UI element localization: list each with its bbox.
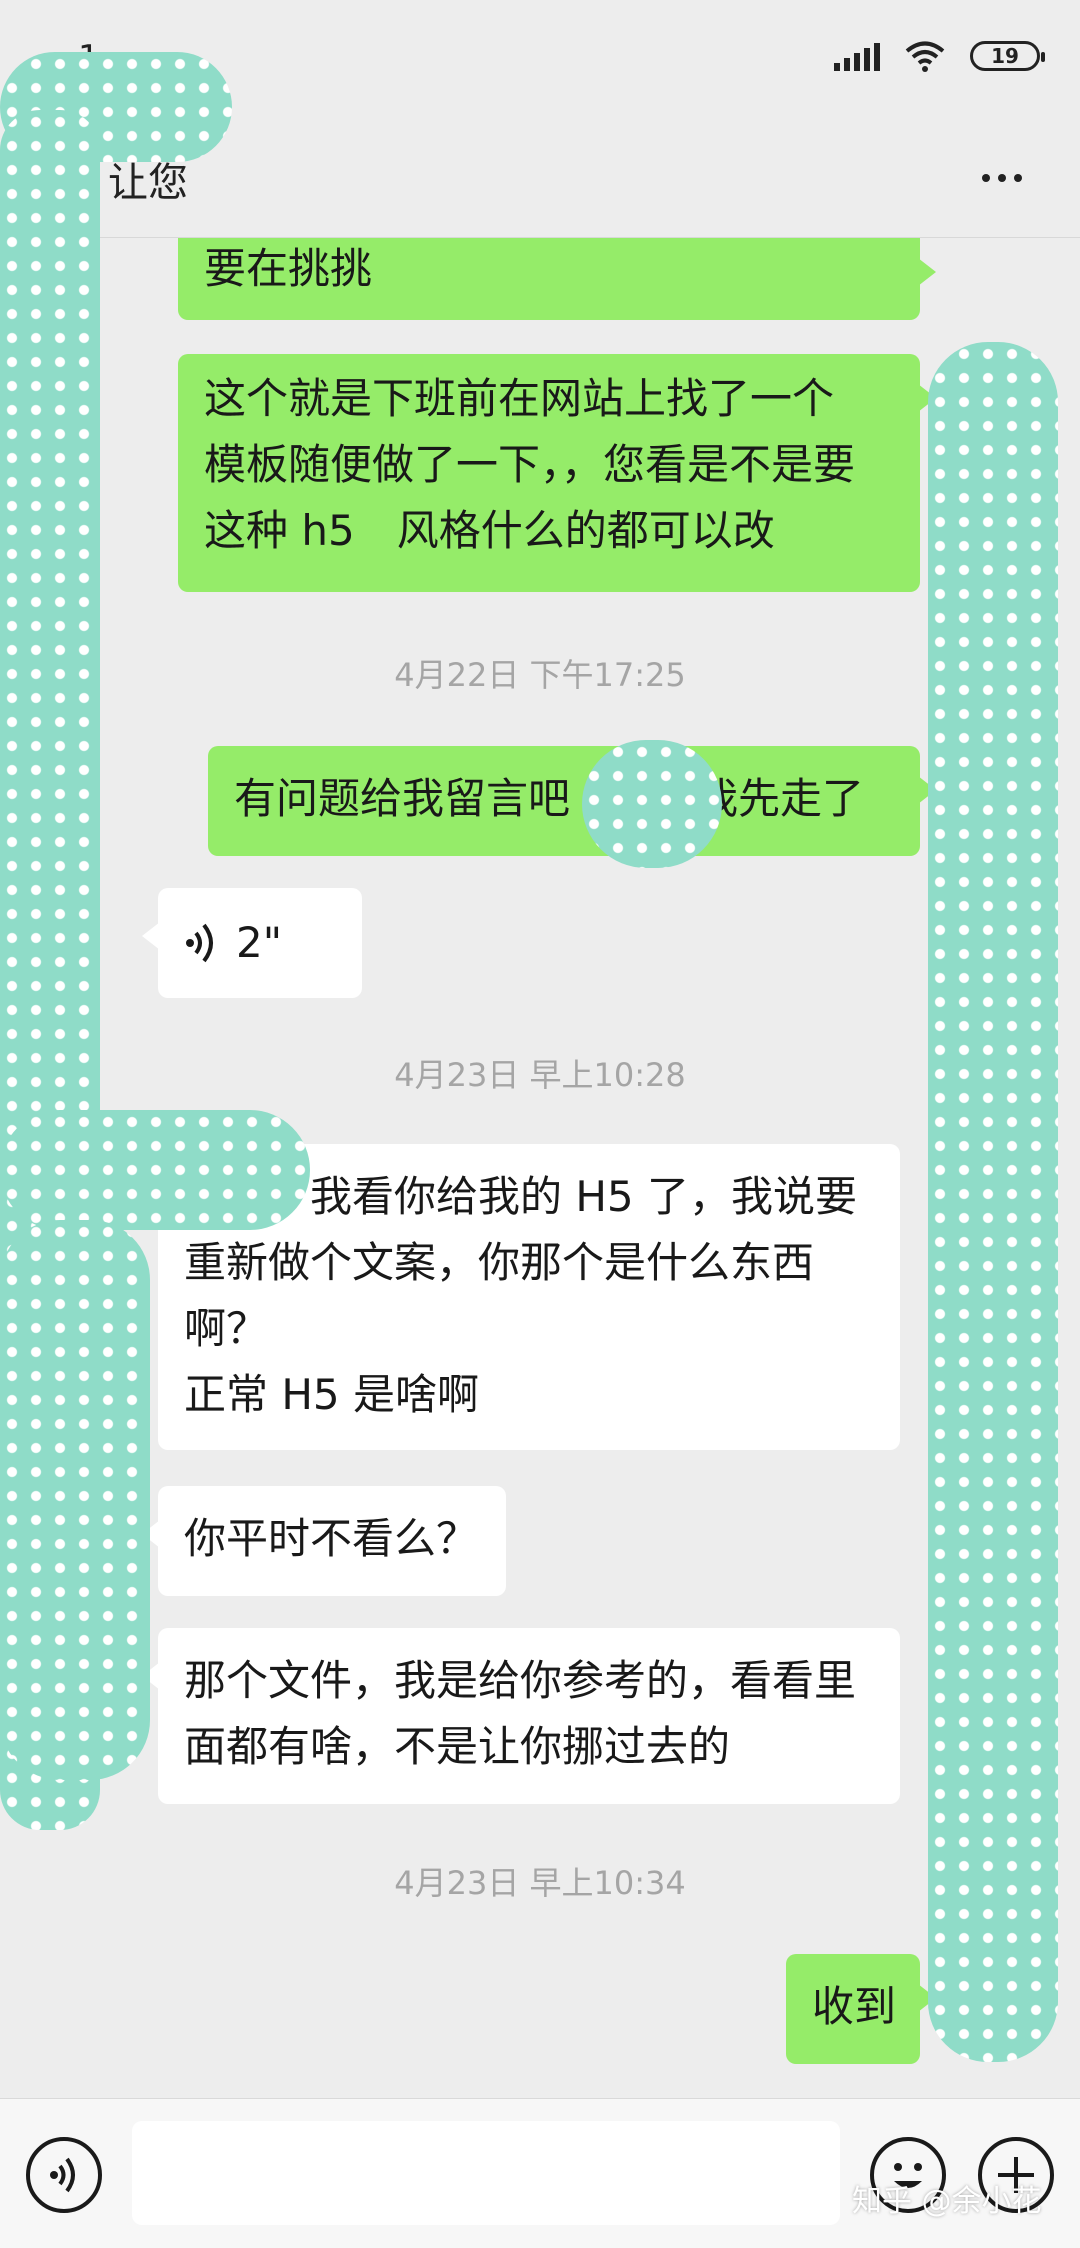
chat-title: 让您: [108, 160, 188, 206]
message-bubble-outgoing[interactable]: 要在挑挑: [178, 238, 936, 320]
message-text: 面都有啥，不是让你挪过去的: [184, 1722, 731, 1771]
timestamp: 4月23日 早上10:28: [394, 1056, 686, 1094]
message-bubble-incoming[interactable]: 那个文件，我是给你参考的，看看里 面都有啥，不是让你挪过去的: [142, 1628, 900, 1804]
status-time: 1: [78, 38, 100, 78]
chat-messages[interactable]: 要在挑挑 这个就是下班前在网站上找了一个 模板随便做了一下，，您看是不是要 这种…: [0, 238, 1080, 2098]
message-text: 有问题给我留言吧 我先走了: [234, 774, 865, 823]
message-text: 那个文件，我是给你参考的，看看里: [184, 1656, 857, 1705]
battery-level: 19: [991, 44, 1019, 68]
message-bubble-incoming[interactable]: 我看你给我的 H5 了，我说要 重新做个文案，你那个是什么东西 啊？ 正常 H5…: [142, 1144, 900, 1450]
status-icons: 19: [834, 40, 1045, 72]
message-bubble-outgoing[interactable]: 收到: [786, 1954, 936, 2064]
input-bar: [0, 2098, 1080, 2248]
message-text: 啊？: [184, 1304, 269, 1353]
voice-icon: [50, 2157, 75, 2193]
message-text: 你平时不看么？: [184, 1514, 479, 1563]
message-text: 收到: [812, 1982, 897, 2031]
message-text: 正常 H5 是啥啊: [184, 1370, 480, 1419]
message-text: 这种 h5 风格什么的都可以改: [204, 506, 775, 555]
voice-message-bubble[interactable]: 2": [142, 888, 362, 998]
battery-icon: 19: [970, 41, 1045, 71]
status-bar: 1 19: [0, 0, 1080, 120]
watermark: 知乎 @余小花: [852, 2184, 1042, 2219]
message-bubble-incoming[interactable]: 你平时不看么？: [142, 1486, 506, 1596]
message-text: 这个就是下班前在网站上找了一个: [204, 374, 835, 423]
message-text: 我看你给我的 H5 了，我说要: [184, 1172, 858, 1221]
message-bubble-outgoing[interactable]: 有问题给我留言吧 我先走了: [208, 746, 936, 856]
timestamp: 4月22日 下午17:25: [394, 656, 686, 694]
chat-header: 让您: [0, 120, 1080, 238]
message-text: 重新做个文案，你那个是什么东西: [184, 1238, 815, 1287]
message-text: 要在挑挑: [204, 244, 373, 293]
message-bubble-outgoing[interactable]: 这个就是下班前在网站上找了一个 模板随便做了一下，，您看是不是要 这种 h5 风…: [178, 354, 936, 592]
signal-icon: [834, 41, 880, 71]
voice-duration: 2": [236, 918, 283, 967]
voice-input-button[interactable]: [26, 2137, 102, 2213]
message-input[interactable]: [132, 2121, 840, 2225]
more-icon: [982, 174, 990, 182]
timestamp: 4月23日 早上10:34: [394, 1864, 686, 1902]
voice-icon: [186, 923, 213, 963]
message-text: 模板随便做了一下，，您看是不是要: [204, 440, 856, 489]
wifi-icon: [905, 41, 945, 72]
more-button[interactable]: [972, 148, 1032, 208]
